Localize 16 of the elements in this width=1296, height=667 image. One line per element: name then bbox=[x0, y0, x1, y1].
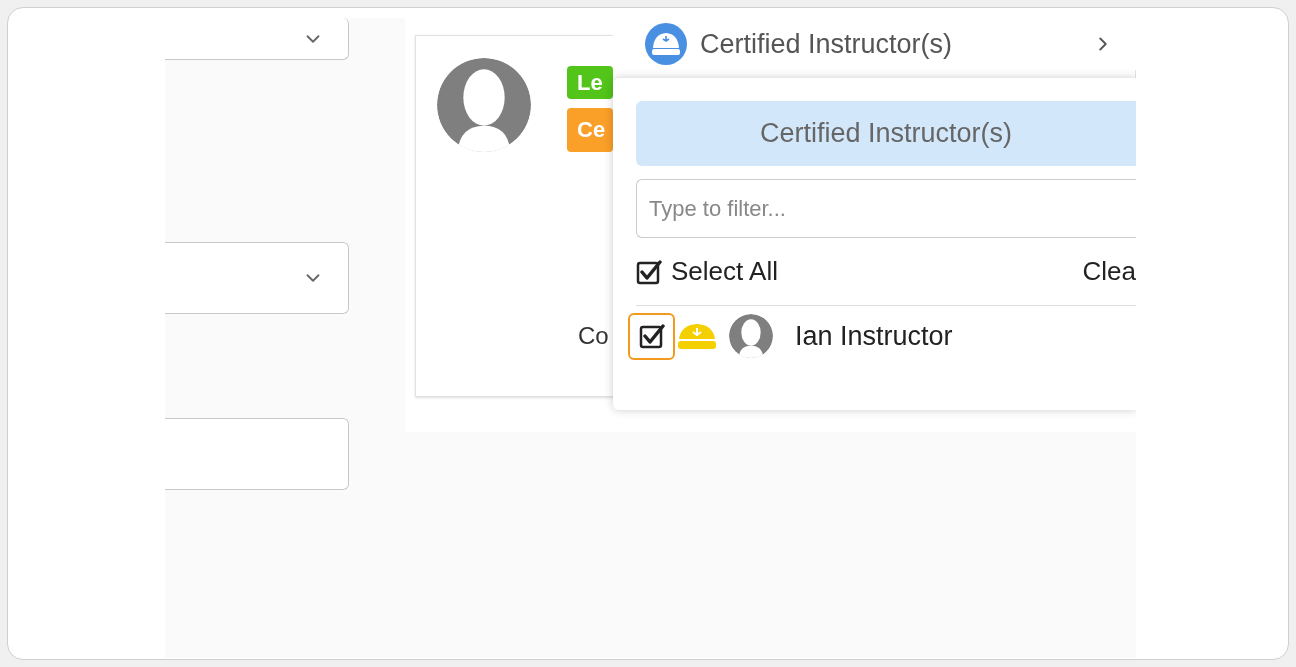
avatar bbox=[729, 314, 773, 358]
select-field[interactable] bbox=[165, 242, 349, 314]
tag-badge: Ce bbox=[567, 108, 613, 152]
checked-checkbox-icon[interactable] bbox=[638, 323, 665, 349]
panel-title: Certified Instructor(s) bbox=[636, 101, 1136, 166]
clear-link[interactable]: Clea bbox=[1082, 252, 1136, 291]
tag-badge: Le bbox=[567, 66, 613, 99]
instructor-name[interactable]: Ian Instructor bbox=[795, 315, 953, 357]
cap-icon bbox=[644, 22, 688, 66]
cap-icon bbox=[675, 321, 719, 351]
filter-field[interactable]: Type to filter... bbox=[636, 179, 1136, 238]
checked-checkbox-icon[interactable] bbox=[636, 258, 662, 285]
select-all-label[interactable]: Select All bbox=[671, 252, 778, 291]
text-field[interactable] bbox=[165, 418, 349, 490]
card-caption: Co bbox=[578, 321, 609, 351]
checkbox-focus-ring[interactable] bbox=[628, 312, 675, 360]
